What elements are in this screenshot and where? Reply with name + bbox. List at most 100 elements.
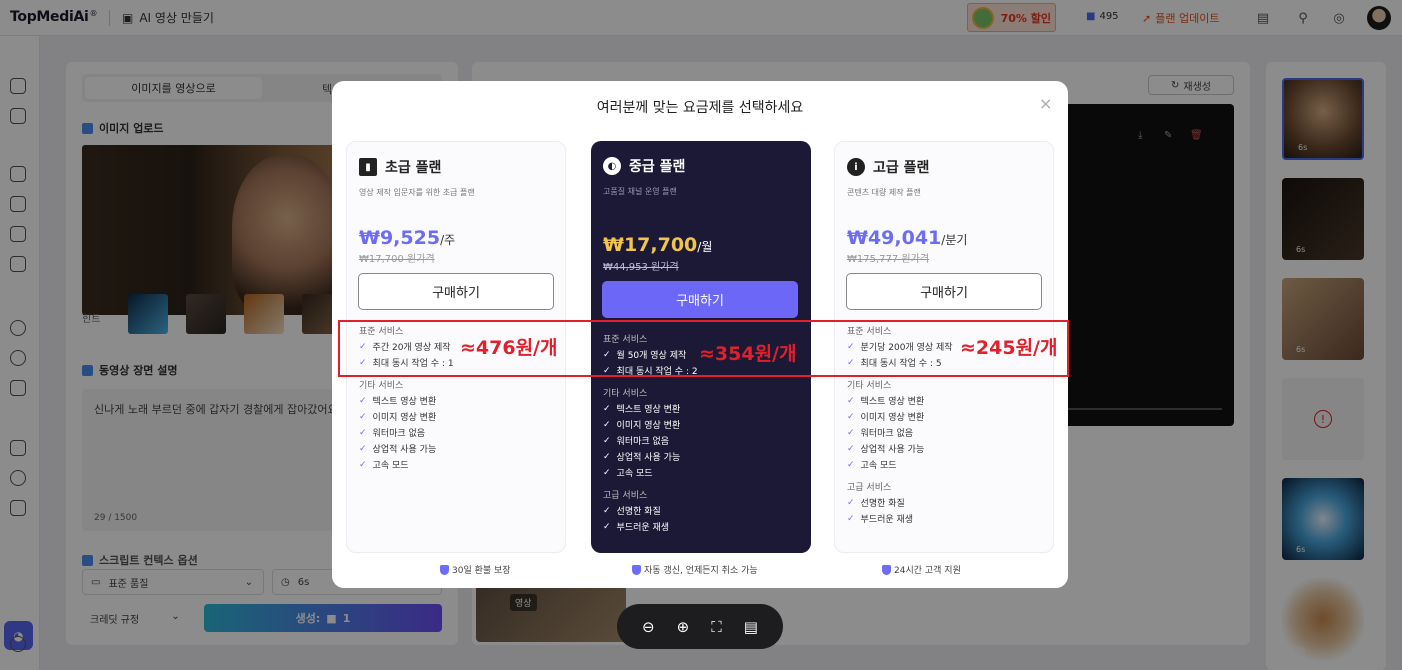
- feature-item: ✓ 선명한 화질: [603, 504, 661, 518]
- zoom-toolbar: ⊖ ⊕ ⛶ ▤: [617, 604, 783, 649]
- check-icon: ✓: [603, 467, 611, 478]
- feature-item: ✓ 고속 모드: [847, 458, 897, 472]
- plan-price: ₩17,700/월: [603, 234, 712, 256]
- buy-button[interactable]: 구매하기: [358, 273, 554, 310]
- check-icon: ✓: [359, 443, 367, 454]
- modal-title: 여러분께 맞는 요금제를 선택하세요: [596, 100, 804, 116]
- feature-item: ✓ 부드러운 재생: [847, 512, 914, 526]
- zoom-out-icon[interactable]: ⊖: [642, 618, 655, 636]
- feature-item: ✓ 텍스트 영상 변환: [359, 394, 437, 408]
- plan-name: 고급 플랜: [873, 160, 930, 176]
- plan-name: 초급 플랜: [385, 160, 442, 176]
- feature-text: 이미지 영상 변환: [616, 421, 681, 431]
- per-unit-price: ≈354원/개: [699, 343, 797, 365]
- feature-item: ✓ 이미지 영상 변환: [603, 418, 681, 432]
- premium-service-head: 고급 서비스: [603, 491, 648, 501]
- plan-subtitle: 영상 제작 입문자를 위한 초급 플랜: [359, 188, 475, 197]
- feature-item: ✓ 워터마크 없음: [359, 426, 426, 440]
- check-icon: ✓: [603, 435, 611, 446]
- per-unit-price: ≈245원/개: [960, 337, 1058, 359]
- plan-subtitle: 고품질 채널 운영 플랜: [603, 187, 677, 196]
- feature-item: ✓ 워터마크 없음: [603, 434, 670, 448]
- feature-item: ✓ 선명한 화질: [847, 496, 905, 510]
- plan-price: ₩49,041/분기: [847, 227, 967, 249]
- price-period: /분기: [941, 233, 968, 247]
- check-icon: ✓: [847, 411, 855, 422]
- price-value: ₩17,700: [603, 234, 698, 256]
- check-icon: ✓: [603, 521, 611, 532]
- check-icon: ✓: [603, 505, 611, 516]
- other-service-head: 기타 서비스: [847, 381, 892, 391]
- feature-text: 상업적 사용 가능: [860, 445, 925, 455]
- check-icon: ✓: [603, 419, 611, 430]
- feature-text: 이미지 영상 변환: [860, 413, 925, 423]
- feature-text: 선명한 화질: [616, 507, 661, 517]
- info-icon: i: [847, 158, 865, 176]
- check-icon: ✓: [847, 443, 855, 454]
- guarantee-text: 24시간 고객 지원: [894, 566, 961, 576]
- feature-text: 워터마크 없음: [372, 429, 426, 439]
- plan-name: 중급 플랜: [629, 159, 686, 175]
- feature-item: ✓ 텍스트 영상 변환: [847, 394, 925, 408]
- feature-item: ✓ 고속 모드: [359, 458, 409, 472]
- other-service-head: 기타 서비스: [359, 381, 404, 391]
- feature-item: ✓ 이미지 영상 변환: [359, 410, 437, 424]
- feature-text: 고속 모드: [860, 461, 897, 471]
- plan-subtitle: 콘텐츠 대량 제작 플랜: [847, 188, 921, 197]
- guarantee-text: 자동 갱신, 언제든지 취소 가능: [644, 566, 758, 576]
- price-period: /주: [440, 233, 456, 247]
- guarantee-renewal: 자동 갱신, 언제든지 취소 가능: [632, 563, 758, 576]
- price-value: ₩9,525: [359, 227, 441, 249]
- check-icon: ✓: [359, 459, 367, 470]
- check-icon: ✓: [847, 497, 855, 508]
- feature-item: ✓ 상업적 사용 가능: [359, 442, 437, 456]
- shield-icon: [632, 564, 641, 575]
- feature-text: 텍스트 영상 변환: [860, 397, 925, 407]
- check-icon: ✓: [359, 411, 367, 422]
- document-icon[interactable]: ▤: [744, 618, 758, 636]
- close-icon[interactable]: ×: [1039, 94, 1052, 113]
- zoom-in-icon[interactable]: ⊕: [677, 618, 690, 636]
- feature-item: ✓ 워터마크 없음: [847, 426, 914, 440]
- check-icon: ✓: [359, 427, 367, 438]
- original-price: ₩17,700 원가격: [359, 254, 435, 265]
- check-icon: ✓: [847, 459, 855, 470]
- check-icon: ✓: [359, 395, 367, 406]
- plan-title: ▮ 초급 플랜: [359, 157, 441, 177]
- fullscreen-icon[interactable]: ⛶: [711, 618, 722, 636]
- feature-item: ✓ 이미지 영상 변환: [847, 410, 925, 424]
- original-price: ₩44,953 원가격: [603, 262, 679, 273]
- check-icon: ✓: [603, 451, 611, 462]
- price-value: ₩49,041: [847, 227, 942, 249]
- check-icon: ✓: [847, 427, 855, 438]
- feature-text: 부드러운 재생: [616, 523, 670, 533]
- feature-item: ✓ 상업적 사용 가능: [603, 450, 681, 464]
- feature-text: 부드러운 재생: [860, 515, 914, 525]
- shield-icon: [440, 564, 449, 575]
- guarantee-refund: 30일 환불 보장: [440, 563, 511, 576]
- other-service-head: 기타 서비스: [603, 389, 648, 399]
- feature-item: ✓ 텍스트 영상 변환: [603, 402, 680, 416]
- plan-title: ◐ 중급 플랜: [603, 156, 685, 176]
- palette-icon: ◐: [603, 157, 621, 175]
- book-icon: ▮: [359, 158, 377, 176]
- feature-item: ✓ 부드러운 재생: [603, 520, 670, 534]
- feature-text: 이미지 영상 변환: [372, 413, 437, 423]
- premium-service-head: 고급 서비스: [847, 483, 892, 493]
- per-unit-price: ≈476원/개: [460, 337, 558, 359]
- feature-text: 워터마크 없음: [616, 437, 670, 447]
- feature-text: 워터마크 없음: [860, 429, 914, 439]
- guarantee-support: 24시간 고객 지원: [882, 563, 961, 576]
- buy-button[interactable]: 구매하기: [602, 281, 798, 318]
- feature-item: ✓ 상업적 사용 가능: [847, 442, 925, 456]
- feature-text: 상업적 사용 가능: [616, 453, 681, 463]
- feature-text: 고속 모드: [616, 469, 653, 479]
- plan-title: i 고급 플랜: [847, 157, 929, 177]
- guarantee-text: 30일 환불 보장: [452, 566, 511, 576]
- buy-button[interactable]: 구매하기: [846, 273, 1042, 310]
- feature-item: ✓ 고속 모드: [603, 466, 653, 480]
- feature-text: 상업적 사용 가능: [372, 445, 437, 455]
- shield-icon: [882, 564, 891, 575]
- feature-text: 텍스트 영상 변환: [372, 397, 437, 407]
- plan-price: ₩9,525/주: [359, 227, 455, 249]
